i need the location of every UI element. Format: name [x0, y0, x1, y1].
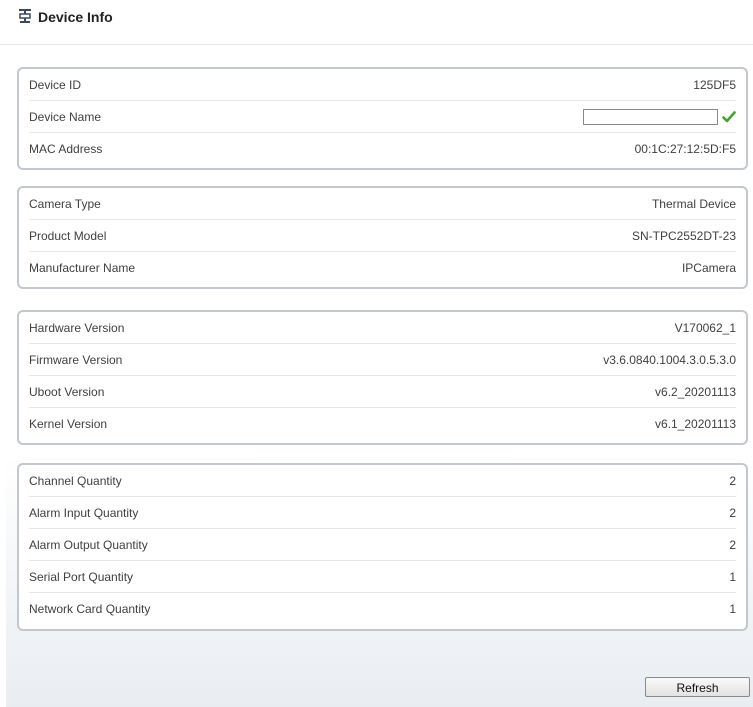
alarm-output-quantity-row: Alarm Output Quantity 2 — [29, 529, 736, 561]
page-title: Device Info — [38, 9, 113, 25]
uboot-version-label: Uboot Version — [29, 385, 105, 399]
device-info-icon — [18, 8, 32, 24]
version-info-panel: Hardware Version V170062_1 Firmware Vers… — [17, 310, 748, 445]
device-id-label: Device ID — [29, 78, 82, 92]
manufacturer-name-row: Manufacturer Name IPCamera — [29, 252, 736, 284]
camera-type-value: Thermal Device — [651, 197, 736, 211]
manufacturer-name-value: IPCamera — [681, 261, 736, 275]
mac-address-row: MAC Address 00:1C:27:12:5D:F5 — [29, 133, 736, 165]
device-id-row: Device ID 125DF5 — [29, 69, 736, 101]
manufacturer-name-label: Manufacturer Name — [29, 261, 136, 275]
hardware-version-row: Hardware Version V170062_1 — [29, 312, 736, 344]
alarm-input-quantity-value: 2 — [729, 506, 736, 520]
checkmark-icon — [722, 110, 736, 124]
firmware-version-value: v3.6.0840.1004.3.0.5.3.0 — [603, 353, 736, 367]
refresh-button[interactable]: Refresh — [645, 677, 750, 697]
uboot-version-value: v6.2_20201113 — [655, 385, 736, 399]
quantity-info-panel: Channel Quantity 2 Alarm Input Quantity … — [17, 463, 748, 631]
page-header: Device Info — [0, 0, 753, 45]
network-card-quantity-label: Network Card Quantity — [29, 602, 151, 616]
network-card-quantity-value: 1 — [729, 602, 736, 616]
serial-port-quantity-value: 1 — [729, 570, 736, 584]
device-name-label: Device Name — [29, 110, 102, 124]
device-identity-panel: Device ID 125DF5 Device Name MAC Address… — [17, 67, 748, 170]
product-model-row: Product Model SN-TPC2552DT-23 — [29, 220, 736, 252]
mac-address-value: 00:1C:27:12:5D:F5 — [634, 142, 736, 156]
mac-address-label: MAC Address — [29, 142, 103, 156]
device-id-value: 125DF5 — [693, 78, 736, 92]
camera-type-label: Camera Type — [29, 197, 101, 211]
uboot-version-row: Uboot Version v6.2_20201113 — [29, 376, 736, 408]
channel-quantity-value: 2 — [729, 474, 736, 488]
kernel-version-row: Kernel Version v6.1_20201113 — [29, 408, 736, 440]
firmware-version-label: Firmware Version — [29, 353, 123, 367]
firmware-version-row: Firmware Version v3.6.0840.1004.3.0.5.3.… — [29, 344, 736, 376]
product-model-label: Product Model — [29, 229, 107, 243]
kernel-version-label: Kernel Version — [29, 417, 108, 431]
serial-port-quantity-label: Serial Port Quantity — [29, 570, 134, 584]
product-model-value: SN-TPC2552DT-23 — [631, 229, 736, 243]
channel-quantity-label: Channel Quantity — [29, 474, 122, 488]
alarm-output-quantity-label: Alarm Output Quantity — [29, 538, 148, 552]
device-name-input[interactable] — [583, 109, 718, 125]
camera-type-row: Camera Type Thermal Device — [29, 188, 736, 220]
kernel-version-value: v6.1_20201113 — [655, 417, 736, 431]
product-info-panel: Camera Type Thermal Device Product Model… — [17, 186, 748, 289]
hardware-version-label: Hardware Version — [29, 321, 125, 335]
serial-port-quantity-row: Serial Port Quantity 1 — [29, 561, 736, 593]
network-card-quantity-row: Network Card Quantity 1 — [29, 593, 736, 625]
device-name-row: Device Name — [29, 101, 736, 133]
alarm-input-quantity-row: Alarm Input Quantity 2 — [29, 497, 736, 529]
alarm-input-quantity-label: Alarm Input Quantity — [29, 506, 139, 520]
channel-quantity-row: Channel Quantity 2 — [29, 465, 736, 497]
alarm-output-quantity-value: 2 — [729, 538, 736, 552]
hardware-version-value: V170062_1 — [674, 321, 736, 335]
